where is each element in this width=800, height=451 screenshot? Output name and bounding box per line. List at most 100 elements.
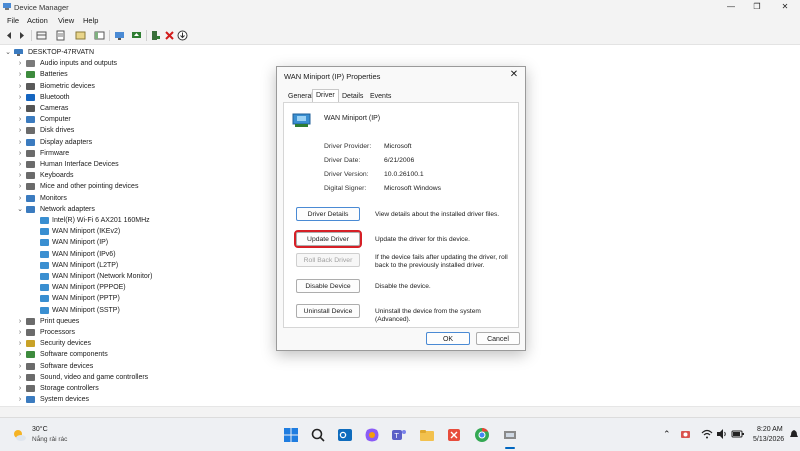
chevron-right-icon[interactable]: › — [16, 338, 24, 349]
file-explorer-icon[interactable] — [419, 427, 435, 443]
help-book-icon[interactable] — [75, 30, 86, 41]
chevron-right-icon[interactable]: › — [16, 125, 24, 136]
category-icon — [26, 127, 35, 135]
volume-icon[interactable] — [716, 428, 728, 440]
driver-details-button[interactable]: Driver Details — [296, 207, 360, 221]
tree-category-label: Processors — [40, 329, 76, 336]
ok-button[interactable]: OK — [426, 332, 470, 345]
driver-provider-label: Driver Provider: — [324, 143, 372, 150]
uninstall-x-icon[interactable] — [164, 30, 175, 41]
category-icon — [26, 183, 35, 191]
clock-date[interactable]: 5/13/2026 — [753, 436, 784, 443]
driver-date-value: 6/21/2006 — [384, 157, 415, 164]
menu-help[interactable]: Help — [83, 16, 98, 25]
chevron-right-icon[interactable]: › — [16, 316, 24, 327]
uninstall-device-button[interactable]: Uninstall Device — [296, 304, 360, 318]
cancel-button[interactable]: Cancel — [476, 332, 520, 345]
category-icon — [26, 172, 35, 180]
forward-arrow-icon[interactable] — [16, 30, 27, 41]
menu-view[interactable]: View — [58, 16, 74, 25]
camera-app-icon[interactable] — [680, 428, 692, 440]
tree-category-label: Software components — [40, 351, 108, 359]
tree-category-label: Computer — [40, 116, 71, 124]
snipping-tool-icon[interactable] — [446, 427, 462, 443]
device-manager-taskbar-icon[interactable] — [502, 427, 518, 443]
chevron-right-icon[interactable]: › — [16, 137, 24, 148]
chevron-down-icon[interactable]: ⌄ — [16, 204, 24, 215]
properties-grid-icon[interactable] — [36, 30, 47, 41]
tree-root[interactable]: ⌄ DESKTOP-47RVATN — [4, 47, 124, 58]
chevron-up-icon[interactable]: ⌃ — [663, 429, 671, 440]
action-panel-icon[interactable] — [94, 30, 105, 41]
tree-category-label: Print queues — [40, 317, 80, 325]
chevron-right-icon[interactable]: › — [16, 114, 24, 125]
chevron-right-icon[interactable]: › — [16, 170, 24, 181]
dialog-close-icon[interactable]: ✕ — [507, 69, 521, 81]
weather-desc[interactable]: Nắng rải rác — [32, 436, 67, 443]
chevron-right-icon[interactable]: › — [16, 383, 24, 394]
minimize-button[interactable]: — — [718, 0, 744, 14]
tree-device-label: WAN Miniport (SSTP) — [52, 306, 120, 314]
category-icon — [26, 194, 35, 202]
chevron-right-icon[interactable]: › — [16, 148, 24, 159]
tree-category-label: Batteries — [40, 71, 68, 79]
chevron-right-icon[interactable]: › — [16, 193, 24, 204]
chevron-right-icon[interactable]: › — [16, 159, 24, 170]
back-arrow-icon[interactable] — [4, 30, 15, 41]
uninstall-device-desc: Uninstall the device from the system (Ad… — [375, 308, 481, 323]
maximize-button[interactable]: ❐ — [744, 0, 770, 14]
tree-root-label: DESKTOP-47RVATN — [28, 49, 95, 56]
category-icon — [26, 93, 35, 101]
category-icon — [26, 105, 35, 112]
start-windows-icon[interactable] — [283, 427, 299, 443]
properties-sheet-icon[interactable] — [55, 30, 66, 41]
tree-category-label: Software devices — [40, 362, 94, 370]
menu-file[interactable]: File — [7, 16, 19, 25]
chevron-down-icon[interactable]: ⌄ — [4, 47, 12, 58]
chevron-right-icon[interactable]: › — [16, 394, 24, 405]
notification-bell-icon[interactable] — [790, 429, 798, 439]
scan-changes-icon[interactable] — [114, 30, 125, 41]
chrome-icon[interactable] — [474, 427, 490, 443]
tree-category-label: Monitors — [40, 194, 67, 202]
category-icon — [26, 138, 35, 146]
chevron-right-icon[interactable]: › — [16, 58, 24, 69]
download-circle-icon[interactable] — [177, 30, 188, 41]
roll-back-driver-button[interactable]: Roll Back Driver — [296, 253, 360, 267]
category-icon — [26, 329, 35, 336]
chevron-right-icon[interactable]: › — [16, 103, 24, 114]
outlook-icon[interactable] — [337, 427, 353, 443]
tab-events[interactable]: Events — [367, 91, 394, 102]
category-icon — [26, 317, 35, 325]
digital-signer-value: Microsoft Windows — [384, 185, 442, 192]
tree-category-label: Disk drives — [40, 127, 75, 135]
update-driver-button[interactable]: Update Driver — [294, 230, 362, 248]
chevron-right-icon[interactable]: › — [16, 92, 24, 103]
chevron-right-icon[interactable]: › — [16, 181, 24, 192]
chevron-right-icon[interactable]: › — [16, 372, 24, 383]
chevron-right-icon[interactable]: › — [16, 349, 24, 360]
network-adapter-icon — [40, 250, 49, 258]
tree-category-label: Display adapters — [40, 138, 93, 146]
chevron-right-icon[interactable]: › — [16, 361, 24, 372]
chevron-right-icon[interactable]: › — [16, 81, 24, 92]
update-driver-toolbar-icon[interactable] — [131, 30, 142, 41]
weather-temp[interactable]: 30°C — [32, 426, 48, 433]
weather-sun-cloud-icon[interactable] — [11, 427, 27, 443]
wifi-icon[interactable] — [701, 428, 713, 440]
close-button[interactable]: ✕ — [772, 0, 798, 14]
clock-time[interactable]: 8:20 AM — [757, 426, 783, 433]
battery-icon[interactable] — [731, 428, 745, 440]
add-driver-icon[interactable] — [150, 30, 161, 41]
search-icon[interactable] — [310, 427, 326, 443]
disable-device-button[interactable]: Disable Device — [296, 279, 360, 293]
chevron-right-icon[interactable]: › — [16, 69, 24, 80]
teams-icon[interactable]: T — [391, 427, 407, 443]
menu-action[interactable]: Action — [27, 16, 48, 25]
copilot-icon[interactable] — [364, 427, 380, 443]
tab-details[interactable]: Details — [339, 91, 366, 102]
chevron-right-icon[interactable]: › — [16, 327, 24, 338]
tree-device-label: WAN Miniport (IP) — [52, 239, 109, 247]
dialog-title: WAN Miniport (IP) Properties — [284, 72, 381, 81]
driver-version-value: 10.0.26100.1 — [384, 171, 424, 178]
